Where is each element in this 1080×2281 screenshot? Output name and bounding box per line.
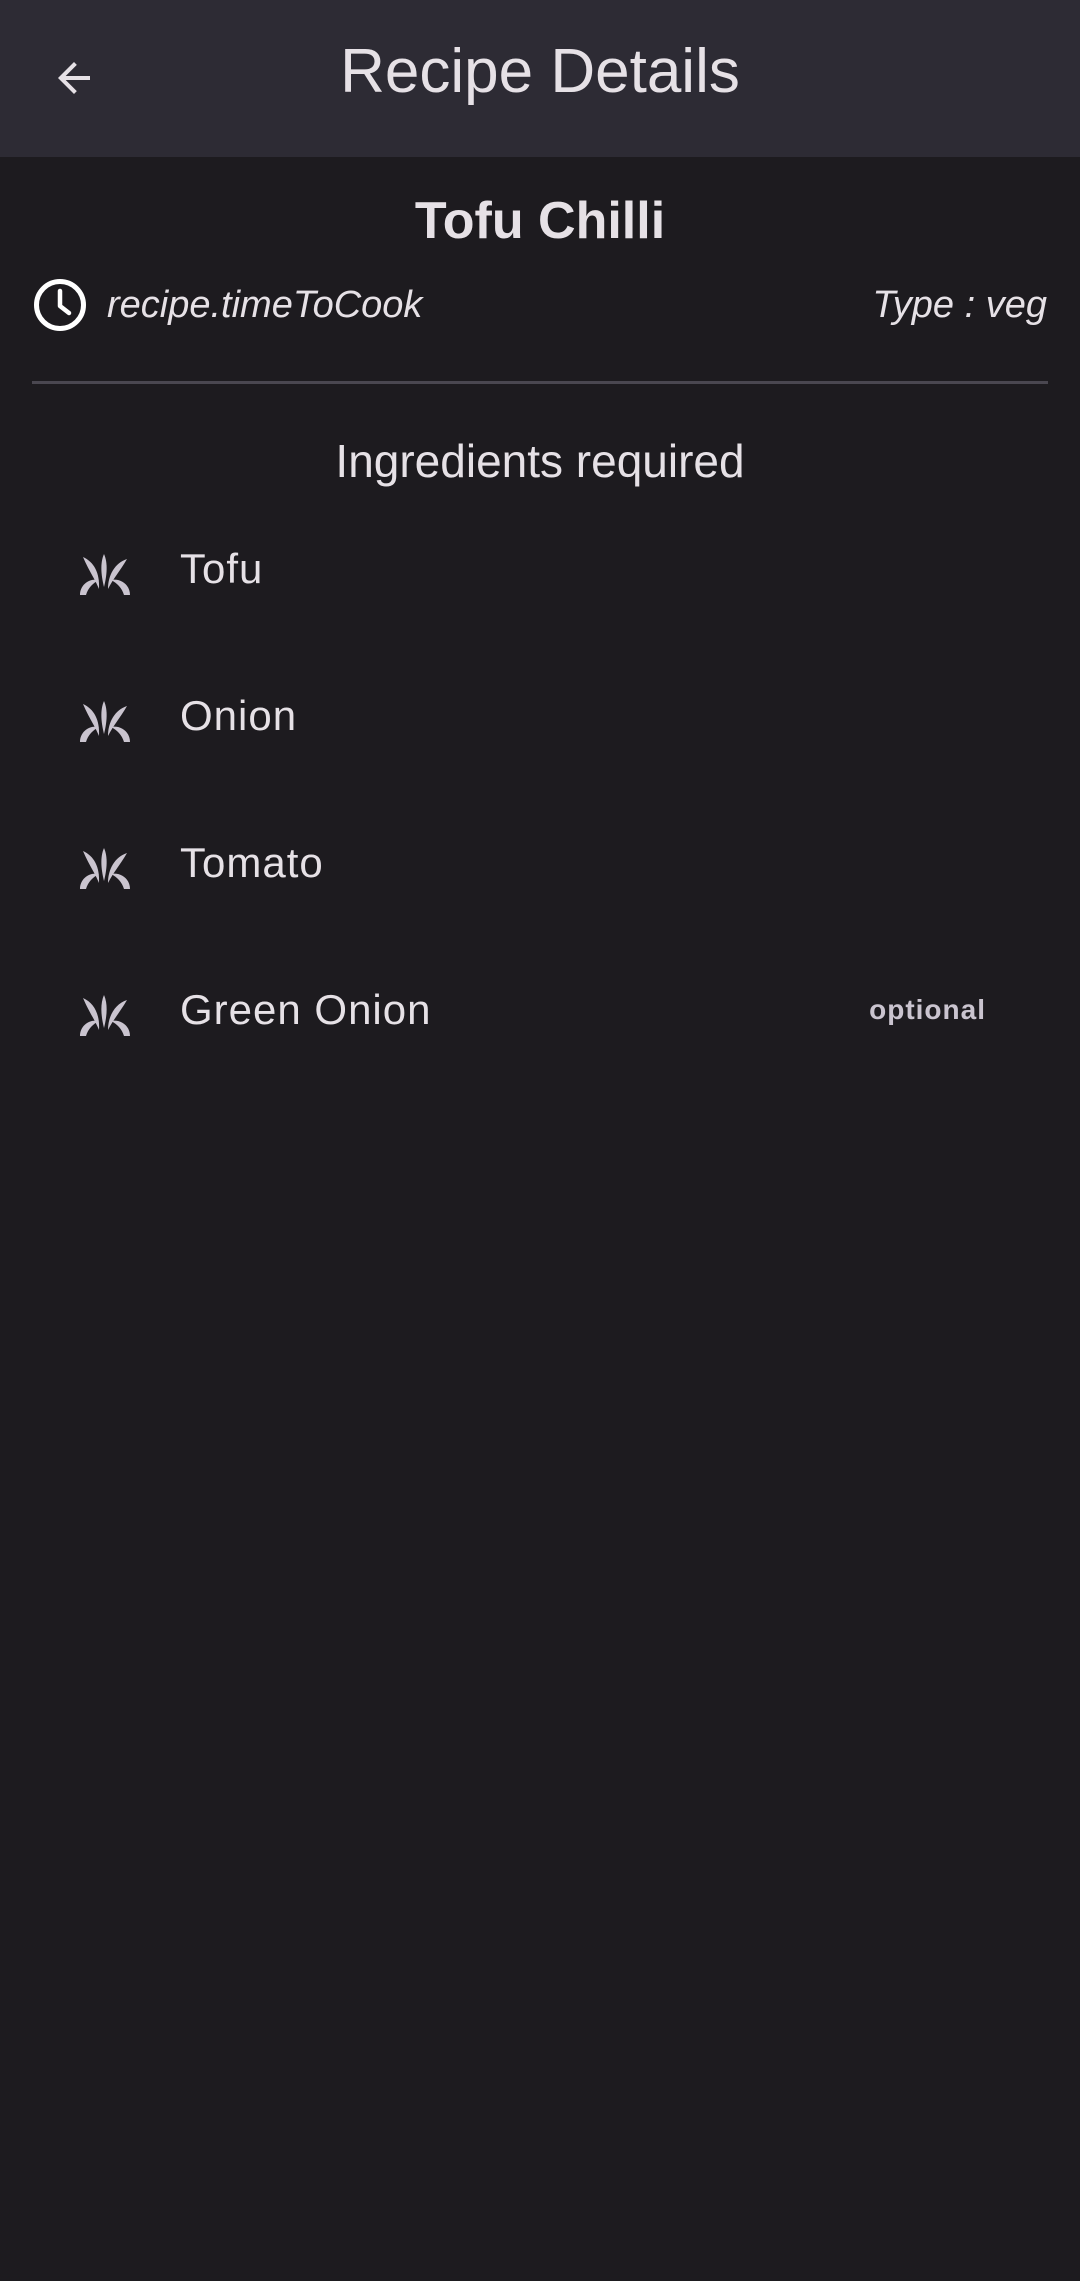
clock-icon: [34, 279, 86, 331]
recipe-meta-row: recipe.timeToCook Type : veg: [33, 276, 1047, 334]
recipe-name: Tofu Chilli: [414, 192, 666, 250]
ingredient-item: Tofu: [0, 519, 1080, 666]
app-bar: Recipe Details: [0, 0, 1080, 157]
sprout-icon: [80, 995, 130, 1036]
sprout-icon: [80, 701, 130, 742]
ingredient-name: Tomato: [180, 839, 324, 886]
ingredient-name: Green Onion: [180, 986, 432, 1033]
ingredient-item: Onion: [0, 666, 1080, 813]
sprout-icon: [80, 848, 130, 889]
optional-badge: optional: [869, 994, 986, 1025]
divider: [32, 381, 1048, 384]
recipe-type: Type : veg: [872, 284, 1047, 326]
ingredients-heading: Ingredients required: [335, 435, 745, 487]
page-title: Recipe Details: [340, 37, 740, 106]
ingredient-list: Tofu Onion Tomato Green Onion optional: [0, 519, 1080, 1107]
ingredient-item: Green Onion optional: [0, 960, 1080, 1107]
ingredient-name: Tofu: [180, 545, 264, 592]
time-to-cook: recipe.timeToCook: [107, 284, 423, 326]
ingredient-name: Onion: [180, 692, 298, 739]
ingredient-item: Tomato: [0, 813, 1080, 960]
sprout-icon: [80, 554, 130, 595]
